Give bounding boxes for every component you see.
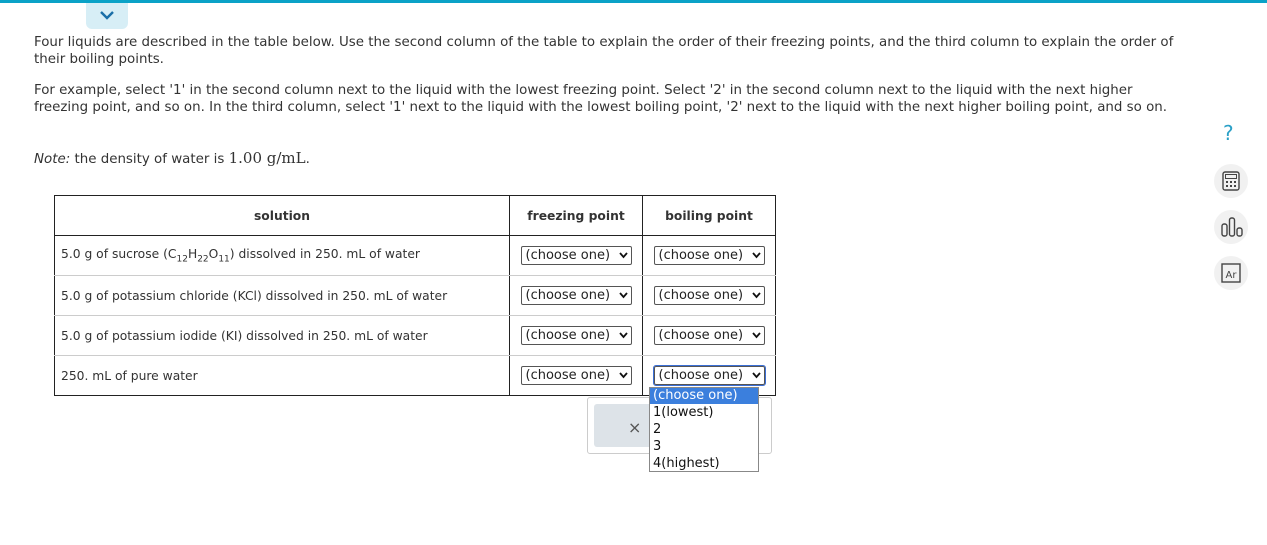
solution-sucrose: 5.0 g of sucrose (C12H22O11) dissolved i…: [54, 235, 510, 276]
solution-pure-water: 250. mL of pure water: [54, 355, 510, 396]
dropdown-option[interactable]: (choose one): [650, 388, 758, 404]
density-note: Note: the density of water is 1.00 g/mL.: [34, 150, 1174, 168]
chevron-down-icon: [751, 292, 761, 299]
periodic-table-button[interactable]: Ar: [1214, 256, 1248, 290]
note-text: the density of water is: [70, 152, 229, 167]
boiling-select-ki[interactable]: (choose one): [653, 326, 765, 345]
note-label: Note:: [34, 152, 71, 167]
liquids-table: solution freezing point boiling point 5.…: [54, 195, 776, 396]
help-button[interactable]: ?: [1214, 118, 1248, 152]
chevron-down-icon: [618, 332, 628, 339]
calculator-icon: [1222, 171, 1240, 191]
top-accent-bar: [0, 0, 1267, 3]
freezing-select-sucrose[interactable]: (choose one): [520, 246, 632, 265]
table-header-row: solution freezing point boiling point: [54, 195, 776, 236]
chevron-down-icon: [751, 372, 761, 379]
intro-paragraph: Four liquids are described in the table …: [34, 35, 1174, 67]
header-solution: solution: [54, 195, 510, 236]
calculator-button[interactable]: [1214, 164, 1248, 198]
chevron-down-icon: [618, 252, 628, 259]
svg-text:Ar: Ar: [1226, 270, 1238, 281]
chevron-down-icon: [100, 11, 114, 20]
question-mark-icon: ?: [1223, 121, 1234, 145]
boiling-dropdown-list: (choose one) 1(lowest) 2 3 4(highest): [649, 387, 759, 472]
chevron-down-icon: [618, 292, 628, 299]
freezing-select-kcl[interactable]: (choose one): [520, 286, 632, 305]
example-paragraph: For example, select '1' in the second co…: [34, 83, 1167, 115]
dropdown-option[interactable]: 1(lowest): [650, 404, 758, 421]
header-boiling-point: boiling point: [642, 195, 776, 236]
chevron-down-icon: [618, 372, 628, 379]
chevron-down-icon: [751, 332, 761, 339]
boiling-select-kcl[interactable]: (choose one): [653, 286, 765, 305]
boiling-select-water[interactable]: (choose one): [652, 365, 766, 386]
table-row: 5.0 g of potassium chloride (KCl) dissol…: [54, 275, 776, 316]
dropdown-option[interactable]: 4(highest): [650, 455, 758, 472]
data-button[interactable]: [1214, 210, 1248, 244]
boiling-select-sucrose[interactable]: (choose one): [653, 246, 765, 265]
table-row: 5.0 g of sucrose (C12H22O11) dissolved i…: [54, 235, 776, 276]
collapse-toggle[interactable]: [86, 3, 128, 29]
water-density-value: 1.00 g/mL: [228, 149, 306, 167]
solution-ki: 5.0 g of potassium iodide (KI) dissolved…: [54, 315, 510, 356]
bar-chart-icon: [1221, 217, 1243, 237]
chevron-down-icon: [751, 252, 761, 259]
header-freezing-point: freezing point: [509, 195, 643, 236]
note-end: .: [305, 152, 310, 167]
close-icon[interactable]: ×: [628, 418, 641, 437]
dropdown-option[interactable]: 3: [650, 438, 758, 455]
table-row: 5.0 g of potassium iodide (KI) dissolved…: [54, 315, 776, 356]
dropdown-option[interactable]: 2: [650, 421, 758, 438]
solution-kcl: 5.0 g of potassium chloride (KCl) dissol…: [54, 275, 510, 316]
freezing-select-ki[interactable]: (choose one): [520, 326, 632, 345]
periodic-table-icon: Ar: [1221, 263, 1241, 283]
freezing-select-water[interactable]: (choose one): [520, 366, 632, 385]
